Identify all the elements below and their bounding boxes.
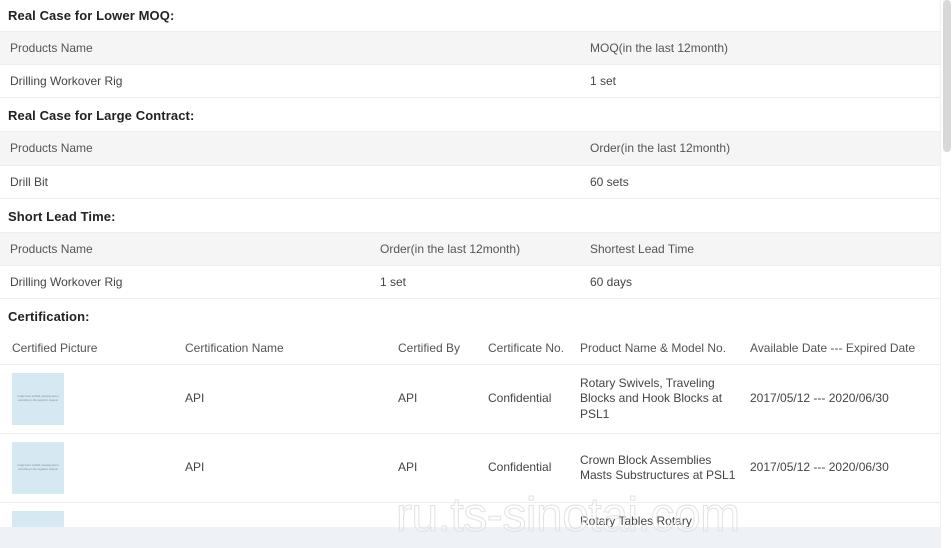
column-header-certification-name: Certification Name	[185, 332, 398, 366]
column-header-order: Order(in the last 12month)	[370, 231, 580, 266]
table-header-row: Products Name MOQ(in the last 12month)	[0, 30, 940, 66]
thumbnail-placeholder-text: Image been verified, keeping secret acco…	[17, 395, 59, 403]
cell-certificate-no: Confidential	[488, 364, 580, 435]
table-body: Drilling Workover Rig 1 set 60 days	[0, 265, 940, 300]
cell-certified-picture: Image been verified, keeping secret acco…	[0, 433, 185, 504]
cell-product-name: Drill Bit	[0, 165, 580, 199]
cell-date-range: 2017/05/12 --- 2020/06/30	[750, 433, 940, 504]
section-title-certification: Certification:	[8, 309, 90, 325]
bottom-band	[0, 527, 940, 548]
column-header-available-expired-date: Available Date --- Expired Date	[750, 332, 940, 366]
table-body: Drill Bit 60 sets	[0, 165, 940, 199]
certificate-thumbnail[interactable]: Image been verified, keeping secret acco…	[12, 373, 64, 426]
page-root: Real Case for Lower MOQ: Products Name M…	[0, 0, 952, 548]
cell-product-name: Drilling Workover Rig	[0, 265, 370, 300]
section-title-large-contract: Real Case for Large Contract:	[8, 108, 195, 124]
column-header-shortest-lead-time: Shortest Lead Time	[580, 231, 940, 266]
table-row: Image been verified, keeping secret acco…	[0, 433, 940, 504]
table-body: Image been verified, keeping secret acco…	[0, 364, 940, 548]
section-title-lower-moq: Real Case for Lower MOQ:	[8, 8, 175, 23]
cell-date-range: 2017/05/12 --- 2020/06/30	[750, 364, 940, 435]
table-certification: Certified Picture Certification Name Cer…	[0, 332, 940, 548]
column-header-moq: MOQ(in the last 12month)	[580, 30, 940, 66]
table-row: Image been verified, keeping secret acco…	[0, 364, 940, 435]
column-header-products-name: Products Name	[0, 131, 580, 166]
column-header-certificate-no: Certificate No.	[488, 332, 580, 366]
column-header-order: Order(in the last 12month)	[580, 131, 940, 166]
table-row: Drilling Workover Rig 1 set	[0, 64, 940, 99]
cell-product-name: Rotary Swivels, Traveling Blocks and Hoo…	[580, 364, 750, 435]
table-head: Certified Picture Certification Name Cer…	[0, 332, 940, 366]
cell-certification-name: API	[185, 433, 398, 504]
column-header-certified-by: Certified By	[398, 332, 488, 366]
cell-certification-name: API	[185, 364, 398, 435]
thumbnail-placeholder-text: Image been verified, keeping secret acco…	[17, 464, 59, 472]
table-header-row: Certified Picture Certification Name Cer…	[0, 332, 940, 366]
cell-order-value: 1 set	[370, 265, 580, 300]
table-large-contract: Products Name Order(in the last 12month)…	[0, 131, 940, 199]
column-header-product-name-model: Product Name & Model No.	[580, 332, 750, 366]
section-title-short-lead-time: Short Lead Time:	[8, 208, 116, 224]
table-short-lead-time: Products Name Order(in the last 12month)…	[0, 231, 940, 300]
table-body: Drilling Workover Rig 1 set	[0, 64, 940, 99]
scrollbar-thumb[interactable]	[943, 0, 951, 152]
cell-lead-time-value: 60 days	[580, 265, 940, 300]
cell-product-name: Crown Block Assemblies Masts Substructur…	[580, 433, 750, 504]
table-head: Products Name Order(in the last 12month)…	[0, 231, 940, 266]
table-row: Drill Bit 60 sets	[0, 165, 940, 199]
cell-moq-value: 1 set	[580, 64, 940, 99]
table-head: Products Name Order(in the last 12month)	[0, 131, 940, 166]
cell-certified-by: API	[398, 433, 488, 504]
column-header-products-name: Products Name	[0, 30, 580, 66]
table-header-row: Products Name Order(in the last 12month)	[0, 131, 940, 166]
table-head: Products Name MOQ(in the last 12month)	[0, 30, 940, 66]
certificate-thumbnail[interactable]: Image been verified, keeping secret acco…	[12, 442, 64, 495]
column-header-products-name: Products Name	[0, 231, 370, 266]
vertical-scrollbar[interactable]	[940, 0, 952, 548]
column-header-certified-picture: Certified Picture	[0, 332, 185, 366]
table-row: Drilling Workover Rig 1 set 60 days	[0, 265, 940, 300]
cell-order-value: 60 sets	[580, 165, 940, 199]
cell-certified-by: API	[398, 364, 488, 435]
cell-certified-picture: Image been verified, keeping secret acco…	[0, 364, 185, 435]
content-area: Real Case for Lower MOQ: Products Name M…	[0, 0, 940, 548]
cell-certificate-no: Confidential	[488, 433, 580, 504]
table-header-row: Products Name Order(in the last 12month)…	[0, 231, 940, 266]
table-lower-moq: Products Name MOQ(in the last 12month) D…	[0, 30, 940, 99]
cell-product-name: Drilling Workover Rig	[0, 64, 580, 99]
